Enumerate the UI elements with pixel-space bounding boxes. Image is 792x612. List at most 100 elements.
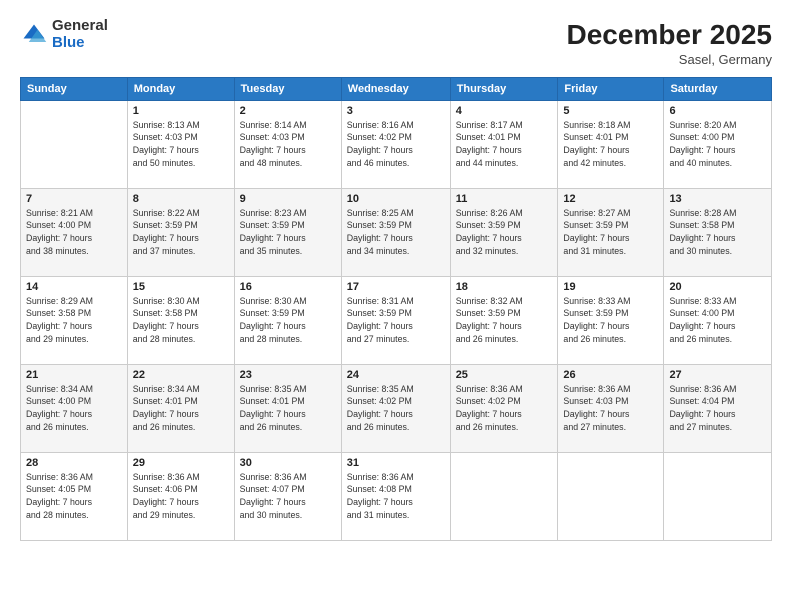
day-number: 19: [563, 281, 658, 293]
day-number: 24: [347, 369, 445, 381]
calendar-cell: 19 Sunrise: 8:33 AMSunset: 3:59 PMDayligh…: [558, 276, 664, 364]
day-number: 21: [26, 369, 122, 381]
day-info: Sunrise: 8:14 AMSunset: 4:03 PMDaylight:…: [240, 119, 336, 170]
calendar-cell: 6 Sunrise: 8:20 AMSunset: 4:00 PMDaylight…: [664, 100, 772, 188]
calendar-cell: 2 Sunrise: 8:14 AMSunset: 4:03 PMDaylight…: [234, 100, 341, 188]
day-number: 23: [240, 369, 336, 381]
month-title: December 2025: [567, 18, 772, 52]
day-info: Sunrise: 8:17 AMSunset: 4:01 PMDaylight:…: [456, 119, 553, 170]
day-info: Sunrise: 8:33 AMSunset: 4:00 PMDaylight:…: [669, 295, 766, 346]
day-number: 6: [669, 105, 766, 117]
day-number: 1: [133, 105, 229, 117]
calendar-cell: 16 Sunrise: 8:30 AMSunset: 3:59 PMDayligh…: [234, 276, 341, 364]
day-info: Sunrise: 8:36 AMSunset: 4:05 PMDaylight:…: [26, 471, 122, 522]
day-number: 9: [240, 193, 336, 205]
day-number: 14: [26, 281, 122, 293]
day-info: Sunrise: 8:35 AMSunset: 4:01 PMDaylight:…: [240, 383, 336, 434]
day-number: 22: [133, 369, 229, 381]
day-number: 2: [240, 105, 336, 117]
calendar-cell: 31Sunrise: 8:36 AMSunset: 4:08 PMDayligh…: [341, 452, 450, 540]
calendar-cell: 27 Sunrise: 8:36 AMSunset: 4:04 PMDayligh…: [664, 364, 772, 452]
calendar-cell: [21, 100, 128, 188]
calendar-cell: 29 Sunrise: 8:36 AMSunset: 4:06 PMDayligh…: [127, 452, 234, 540]
day-info: Sunrise: 8:34 AMSunset: 4:00 PMDaylight:…: [26, 383, 122, 434]
day-info: Sunrise: 8:36 AMSunset: 4:04 PMDaylight:…: [669, 383, 766, 434]
calendar-cell: [558, 452, 664, 540]
day-info: Sunrise: 8:23 AMSunset: 3:59 PMDaylight:…: [240, 207, 336, 258]
page: General Blue December 2025 Sasel, German…: [0, 0, 792, 612]
day-number: 27: [669, 369, 766, 381]
day-info: Sunrise: 8:27 AMSunset: 3:59 PMDaylight:…: [563, 207, 658, 258]
calendar-cell: 21 Sunrise: 8:34 AMSunset: 4:00 PMDayligh…: [21, 364, 128, 452]
day-number: 20: [669, 281, 766, 293]
day-number: 31: [347, 457, 445, 469]
calendar-cell: 30 Sunrise: 8:36 AMSunset: 4:07 PMDayligh…: [234, 452, 341, 540]
day-info: Sunrise: 8:16 AMSunset: 4:02 PMDaylight:…: [347, 119, 445, 170]
calendar-cell: 15 Sunrise: 8:30 AMSunset: 3:58 PMDayligh…: [127, 276, 234, 364]
calendar-cell: 10Sunrise: 8:25 AMSunset: 3:59 PMDayligh…: [341, 188, 450, 276]
logo: General Blue: [20, 18, 108, 51]
calendar-cell: 25Sunrise: 8:36 AMSunset: 4:02 PMDayligh…: [450, 364, 558, 452]
calendar: SundayMondayTuesdayWednesdayThursdayFrid…: [20, 77, 772, 541]
calendar-cell: 23 Sunrise: 8:35 AMSunset: 4:01 PMDayligh…: [234, 364, 341, 452]
day-info: Sunrise: 8:28 AMSunset: 3:58 PMDaylight:…: [669, 207, 766, 258]
day-info: Sunrise: 8:33 AMSunset: 3:59 PMDaylight:…: [563, 295, 658, 346]
day-number: 16: [240, 281, 336, 293]
day-info: Sunrise: 8:30 AMSunset: 3:59 PMDaylight:…: [240, 295, 336, 346]
day-number: 26: [563, 369, 658, 381]
col-header-friday: Friday: [558, 77, 664, 100]
day-number: 18: [456, 281, 553, 293]
day-info: Sunrise: 8:34 AMSunset: 4:01 PMDaylight:…: [133, 383, 229, 434]
calendar-cell: 12 Sunrise: 8:27 AMSunset: 3:59 PMDayligh…: [558, 188, 664, 276]
day-info: Sunrise: 8:20 AMSunset: 4:00 PMDaylight:…: [669, 119, 766, 170]
day-number: 5: [563, 105, 658, 117]
day-number: 28: [26, 457, 122, 469]
day-info: Sunrise: 8:32 AMSunset: 3:59 PMDaylight:…: [456, 295, 553, 346]
logo-general: General: [52, 18, 108, 35]
calendar-week-row: 7 Sunrise: 8:21 AMSunset: 4:00 PMDaylight…: [21, 188, 772, 276]
day-number: 17: [347, 281, 445, 293]
col-header-tuesday: Tuesday: [234, 77, 341, 100]
day-number: 8: [133, 193, 229, 205]
calendar-cell: 18 Sunrise: 8:32 AMSunset: 3:59 PMDayligh…: [450, 276, 558, 364]
calendar-week-row: 28 Sunrise: 8:36 AMSunset: 4:05 PMDayligh…: [21, 452, 772, 540]
logo-text: General Blue: [52, 18, 108, 51]
col-header-wednesday: Wednesday: [341, 77, 450, 100]
day-info: Sunrise: 8:21 AMSunset: 4:00 PMDaylight:…: [26, 207, 122, 258]
calendar-cell: 1 Sunrise: 8:13 AMSunset: 4:03 PMDaylight…: [127, 100, 234, 188]
calendar-week-row: 1 Sunrise: 8:13 AMSunset: 4:03 PMDaylight…: [21, 100, 772, 188]
day-number: 7: [26, 193, 122, 205]
day-info: Sunrise: 8:36 AMSunset: 4:06 PMDaylight:…: [133, 471, 229, 522]
day-info: Sunrise: 8:13 AMSunset: 4:03 PMDaylight:…: [133, 119, 229, 170]
calendar-week-row: 14 Sunrise: 8:29 AMSunset: 3:58 PMDayligh…: [21, 276, 772, 364]
day-number: 15: [133, 281, 229, 293]
day-number: 30: [240, 457, 336, 469]
header: General Blue December 2025 Sasel, German…: [20, 18, 772, 67]
title-block: December 2025 Sasel, Germany: [567, 18, 772, 67]
day-info: Sunrise: 8:18 AMSunset: 4:01 PMDaylight:…: [563, 119, 658, 170]
calendar-cell: [450, 452, 558, 540]
day-info: Sunrise: 8:29 AMSunset: 3:58 PMDaylight:…: [26, 295, 122, 346]
location: Sasel, Germany: [567, 52, 772, 67]
day-number: 10: [347, 193, 445, 205]
day-info: Sunrise: 8:36 AMSunset: 4:07 PMDaylight:…: [240, 471, 336, 522]
calendar-cell: 13Sunrise: 8:28 AMSunset: 3:58 PMDayligh…: [664, 188, 772, 276]
calendar-cell: 24Sunrise: 8:35 AMSunset: 4:02 PMDayligh…: [341, 364, 450, 452]
day-info: Sunrise: 8:31 AMSunset: 3:59 PMDaylight:…: [347, 295, 445, 346]
day-number: 29: [133, 457, 229, 469]
calendar-cell: 26Sunrise: 8:36 AMSunset: 4:03 PMDayligh…: [558, 364, 664, 452]
day-info: Sunrise: 8:22 AMSunset: 3:59 PMDaylight:…: [133, 207, 229, 258]
calendar-cell: 11Sunrise: 8:26 AMSunset: 3:59 PMDayligh…: [450, 188, 558, 276]
day-number: 11: [456, 193, 553, 205]
day-number: 25: [456, 369, 553, 381]
calendar-cell: 9 Sunrise: 8:23 AMSunset: 3:59 PMDaylight…: [234, 188, 341, 276]
calendar-cell: 14 Sunrise: 8:29 AMSunset: 3:58 PMDayligh…: [21, 276, 128, 364]
day-number: 4: [456, 105, 553, 117]
col-header-saturday: Saturday: [664, 77, 772, 100]
calendar-cell: 28 Sunrise: 8:36 AMSunset: 4:05 PMDayligh…: [21, 452, 128, 540]
calendar-week-row: 21 Sunrise: 8:34 AMSunset: 4:00 PMDayligh…: [21, 364, 772, 452]
col-header-monday: Monday: [127, 77, 234, 100]
day-number: 12: [563, 193, 658, 205]
day-number: 3: [347, 105, 445, 117]
day-info: Sunrise: 8:30 AMSunset: 3:58 PMDaylight:…: [133, 295, 229, 346]
